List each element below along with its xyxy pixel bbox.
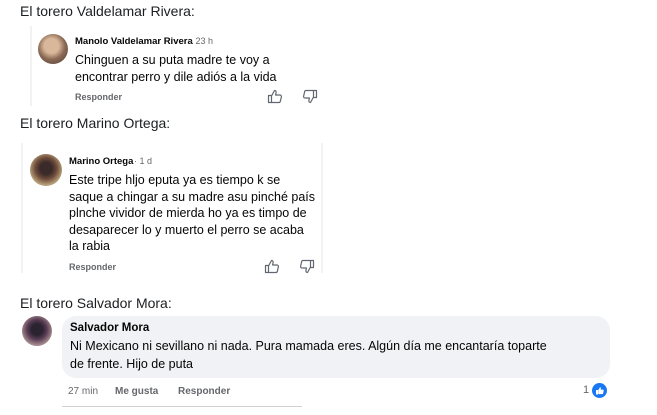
comment-author[interactable]: Manolo Valdelamar Rivera — [75, 36, 193, 47]
comment-line: la rabia — [69, 239, 110, 253]
avatar-manolo[interactable] — [38, 34, 68, 64]
reply-button[interactable]: Responder — [69, 262, 116, 272]
like-button[interactable]: Me gusta — [115, 386, 158, 397]
reply-button[interactable]: Responder — [75, 92, 122, 102]
comment-time[interactable]: · 23 h — [190, 36, 213, 46]
comment-text: Este tripe hljo eputa ya es tiempo k se … — [69, 172, 315, 255]
reply-button[interactable]: Responder — [178, 386, 230, 397]
like-reaction-icon[interactable] — [591, 382, 608, 399]
comment-text: Ni Mexicano ni sevillano ni nada. Pura m… — [70, 337, 547, 373]
comment-line: de frente. Hijo de puta — [70, 357, 193, 371]
comment-line: Chinguen a su puta madre te voy a — [75, 53, 270, 67]
card-border — [30, 26, 32, 106]
comment-time[interactable]: · 1 d — [134, 156, 152, 166]
comment-author[interactable]: Salvador Mora — [70, 322, 149, 334]
thumbs-down-icon[interactable] — [302, 89, 318, 104]
avatar-marino[interactable] — [30, 154, 62, 186]
comment-author[interactable]: Marino Ortega — [69, 156, 133, 167]
comment-line: Ni Mexicano ni sevillano ni nada. Pura m… — [70, 339, 547, 353]
reaction-count[interactable]: 1 — [583, 384, 589, 396]
section-heading-salvador: El torero Salvador Mora: — [20, 295, 172, 311]
comment-line: plnche vividor de mierda ho ya es timpo … — [69, 206, 307, 220]
comment-line: encontrar perro y dile adiós a la vida — [75, 69, 277, 84]
thumbs-down-icon[interactable] — [299, 259, 315, 274]
comment-time[interactable]: 27 min — [68, 386, 98, 397]
avatar-salvador[interactable] — [22, 316, 52, 346]
section-heading-valdelamar: El torero Valdelamar Rivera: — [20, 3, 195, 19]
card-border — [21, 143, 23, 273]
section-heading-marino: El torero Marino Ortega: — [20, 115, 171, 131]
divider — [62, 406, 302, 407]
thumbs-up-icon[interactable] — [267, 89, 283, 104]
card-border — [321, 143, 323, 273]
thumbs-up-icon[interactable] — [264, 259, 280, 274]
comment-line: Este tripe hljo eputa ya es tiempo k se — [69, 173, 281, 187]
comment-line: desaparecer lo y muerto el perro se acab… — [69, 222, 304, 237]
comment-line: saque a chingar a su madre asu pinché pa… — [69, 189, 315, 204]
comment-text: Chinguen a su puta madre te voy a encont… — [75, 52, 277, 85]
